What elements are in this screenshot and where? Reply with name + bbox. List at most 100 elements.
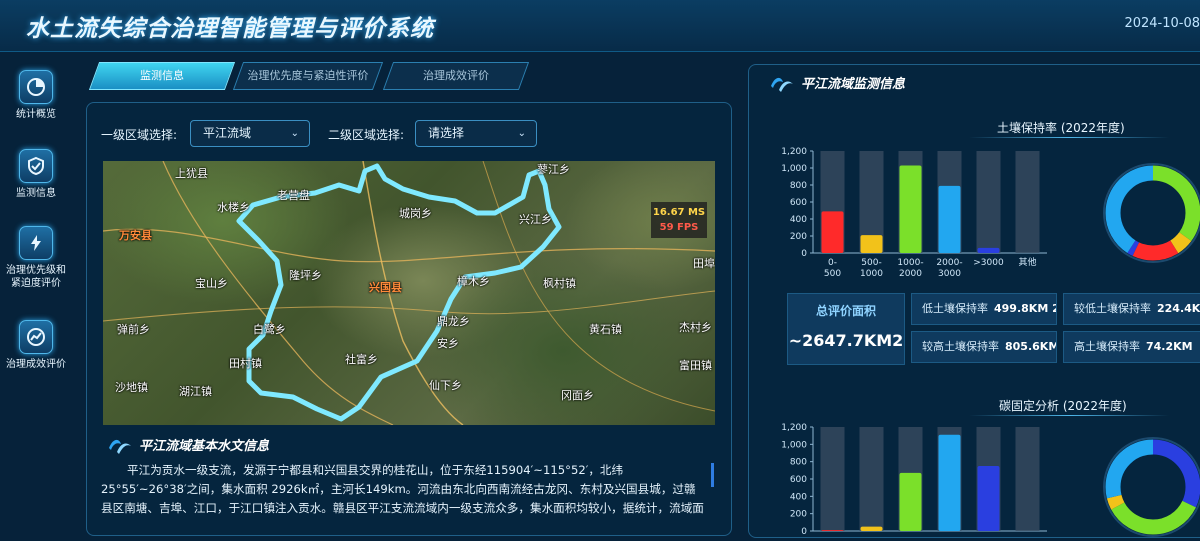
header-date: 2024-10-08: [1124, 16, 1200, 31]
bar-background: [976, 151, 1001, 253]
bar: [860, 235, 883, 253]
fps-overlay: 16.67 MS 59 FPS: [651, 202, 707, 238]
y-tick-label: 1,000: [781, 440, 807, 450]
title-underline: [969, 415, 1169, 416]
sidebar-item-effect[interactable]: 治理成效评价: [0, 320, 72, 371]
level1-value: 平江流域: [203, 126, 252, 140]
map-label: 万安县: [119, 229, 152, 242]
basin-monitor-panel: 平江流域监测信息 土壤保持率 (2022年度) 0 200 400 600 800 1,0…: [748, 64, 1200, 538]
y-tick-label: 1,000: [781, 164, 807, 174]
level1-select[interactable]: 平江流域 ⌄: [190, 120, 310, 147]
x-tick-label: 500: [824, 269, 841, 279]
sidebar-item-monitoring[interactable]: 监测信息: [0, 149, 72, 200]
y-tick-label: 800: [790, 458, 807, 468]
sidebar-item-priority[interactable]: 治理优先级和紧迫度评价: [0, 226, 72, 290]
x-tick-label: 1000: [860, 269, 883, 279]
y-tick-label: 800: [790, 181, 807, 191]
basin-info-title: 平江流域基本水文信息: [139, 439, 270, 454]
map-label: 老营盘: [277, 189, 310, 202]
bar-background: [820, 427, 845, 531]
sidebar-item-label: 治理成效评价: [6, 359, 66, 370]
stat-high: 高土壤保持率 74.2KM: [1063, 331, 1200, 363]
map-label: 弹前乡: [117, 323, 150, 336]
fps-value: 59 FPS: [659, 222, 699, 233]
map-label: 枫村镇: [543, 277, 576, 290]
stat-label: 高土壤保持率: [1074, 340, 1140, 353]
sidebar-item-label: 治理优先级和紧迫度评价: [6, 265, 66, 289]
monitor-heading: 平江流域监测信息: [769, 73, 905, 92]
sidebar-item-label: 监测信息: [16, 188, 56, 199]
y-tick-label: 0: [801, 249, 807, 259]
stat-value: 224.4KM: [1157, 302, 1200, 315]
level1-label: 一级区域选择:: [101, 128, 178, 142]
map-label: 城岗乡: [399, 207, 432, 220]
x-tick-label: 其他: [1018, 256, 1036, 268]
map-label: 社富乡: [345, 353, 378, 366]
x-tick-label: >3000: [973, 258, 1004, 268]
y-tick-label: 400: [790, 215, 807, 225]
basin-info-heading: 平江流域基本水文信息: [107, 435, 269, 454]
bar: [821, 530, 844, 531]
y-tick-label: 1,200: [781, 423, 807, 433]
monitor-title: 平江流域监测信息: [801, 77, 906, 92]
chevron-down-icon: ⌄: [517, 128, 526, 139]
monitoring-panel: 一级区域选择: 平江流域 ⌄ 二级区域选择: 请选择 ⌄ 上犹县 老营盘 水楼乡…: [86, 102, 732, 536]
stat-lower: 较低土壤保持率 224.4KM: [1063, 293, 1200, 325]
map-label: 仙下乡: [429, 379, 462, 392]
total-area-label: 总评价面积: [815, 304, 876, 318]
x-tick-label: 500-: [861, 258, 881, 268]
stat-label: 较高土壤保持率: [922, 340, 999, 353]
basin-logo-icon: [771, 77, 793, 92]
bar: [938, 434, 961, 531]
carbon-donut-chart: [1103, 437, 1200, 537]
soil-chart-title: 土壤保持率 (2022年度): [997, 121, 1125, 135]
tab-monitoring[interactable]: 监测信息: [88, 62, 236, 90]
stat-higher: 较高土壤保持率 805.6KM 2: [911, 331, 1057, 363]
stat-value: 74.2KM: [1146, 340, 1193, 353]
stat-value: 805.6KM 2: [1005, 340, 1057, 353]
map-label: 杰村乡: [679, 321, 712, 334]
trend-icon: [19, 320, 53, 354]
sidebar-item-overview[interactable]: 统计概览: [0, 70, 72, 121]
level2-select[interactable]: 请选择 ⌄: [415, 120, 537, 147]
y-tick-label: 1,200: [781, 147, 807, 157]
lightning-icon: [19, 226, 53, 260]
app-title: 水土流失综合治理智能管理与评价系统: [26, 16, 434, 42]
soil-bar-chart: 0 200 400 600 800 1,000 1,200 0-500 500-1000 1000…: [781, 147, 1047, 279]
tab-priority[interactable]: 治理优先度与紧迫性评价: [232, 62, 384, 90]
carbon-chart-title: 碳固定分析 (2022年度): [999, 399, 1127, 413]
map-label: 富田镇: [679, 359, 712, 372]
stat-value: 499.8KM 2: [994, 302, 1057, 315]
sidebar-item-label: 统计概览: [16, 109, 56, 120]
map-label: 兴国县: [369, 281, 402, 294]
map-label: 冈面乡: [561, 389, 594, 402]
carbon-bar-chart: 0 200 400 600 800 1,000 1,200: [781, 423, 1047, 537]
y-tick-label: 400: [790, 492, 807, 502]
basin-map[interactable]: 上犹县 老营盘 水楼乡 城岗乡 兴江乡 蓼江乡 万安县 宝山乡 隆坪乡 兴国县 …: [103, 161, 715, 425]
map-label: 黄石镇: [589, 323, 622, 336]
x-tick-label: 1000-: [897, 258, 923, 268]
tab-label: 监测信息: [140, 69, 184, 82]
bar: [899, 472, 922, 531]
bar: [938, 185, 961, 253]
pie-chart-icon: [19, 70, 53, 104]
basin-logo-icon: [109, 439, 131, 454]
scrollbar[interactable]: [711, 463, 714, 487]
bar-background: [1015, 151, 1040, 253]
app-header: 水土流失综合治理智能管理与评价系统 2024-10-08: [0, 0, 1200, 52]
map-label: 田村镇: [229, 357, 262, 370]
title-underline: [969, 137, 1169, 138]
x-tick-label: 3000: [938, 269, 961, 279]
stat-label: 较低土壤保持率: [1074, 302, 1151, 315]
chevron-down-icon: ⌄: [290, 128, 299, 139]
y-tick-label: 200: [790, 232, 807, 242]
map-label: 水楼乡: [217, 201, 250, 214]
bar: [860, 526, 883, 531]
tab-effect[interactable]: 治理成效评价: [382, 62, 530, 90]
map-label: 樟木乡: [457, 275, 490, 288]
y-tick-label: 0: [801, 527, 807, 537]
basin-info-text: 平江为贡水一级支流，发源于宁都县和兴国县交界的桂花山，位于东经115904′~1…: [101, 463, 704, 515]
map-label: 上犹县: [175, 167, 208, 180]
tab-label: 治理优先度与紧迫性评价: [247, 69, 369, 82]
x-tick-label: 0-: [828, 258, 837, 268]
